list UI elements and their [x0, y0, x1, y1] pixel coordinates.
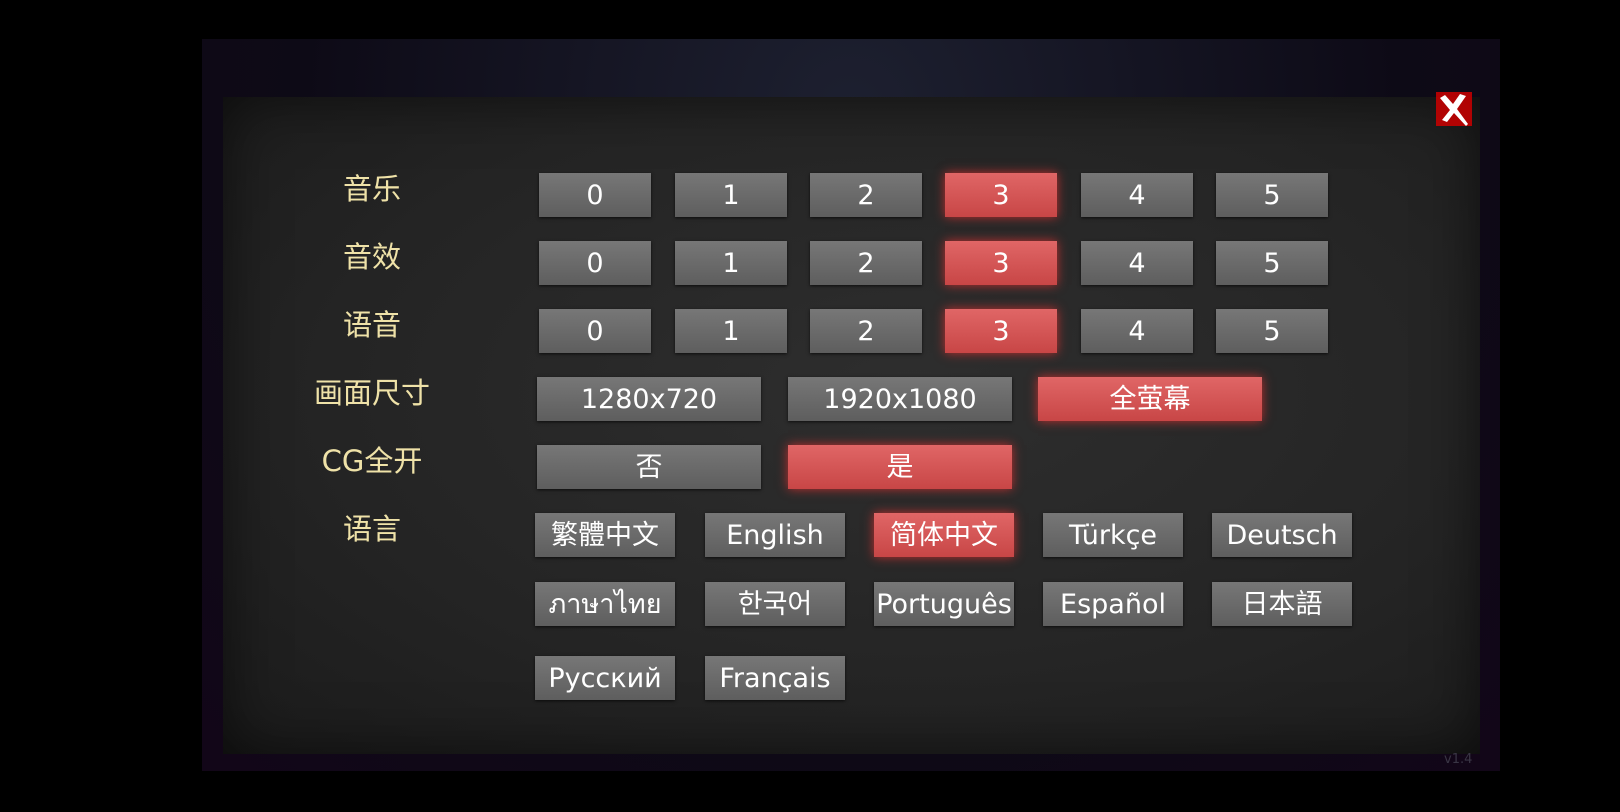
- music-level-5-button[interactable]: 5: [1216, 173, 1328, 217]
- language-option-button[interactable]: Français: [705, 656, 845, 700]
- cg-label: CG全开: [321, 444, 423, 478]
- sfx-level-1-button[interactable]: 1: [675, 241, 787, 285]
- language-option-button[interactable]: Русский: [535, 656, 675, 700]
- sfx-level-4-button[interactable]: 4: [1081, 241, 1193, 285]
- sfx-level-3-button[interactable]: 3: [945, 241, 1057, 285]
- music-level-3-button[interactable]: 3: [945, 173, 1057, 217]
- resolution-option-button[interactable]: 1280x720: [537, 377, 761, 421]
- language-option-button[interactable]: 한국어: [705, 582, 845, 626]
- resolution-label: 画面尺寸: [313, 376, 430, 410]
- music-level-0-button[interactable]: 0: [539, 173, 651, 217]
- resolution-option-button[interactable]: 全萤幕: [1038, 377, 1262, 421]
- language-option-button[interactable]: Türkçe: [1043, 513, 1183, 557]
- version-text: v1.4: [1444, 752, 1473, 767]
- music-label: 音乐: [342, 172, 401, 206]
- language-option-button[interactable]: Português: [874, 582, 1014, 626]
- music-level-4-button[interactable]: 4: [1081, 173, 1193, 217]
- close-button[interactable]: [1432, 88, 1476, 130]
- language-option-button[interactable]: 简体中文: [874, 513, 1014, 557]
- resolution-option-button[interactable]: 1920x1080: [788, 377, 1012, 421]
- voice-level-4-button[interactable]: 4: [1081, 309, 1193, 353]
- language-option-button[interactable]: ภาษาไทย: [535, 582, 675, 626]
- language-option-button[interactable]: Español: [1043, 582, 1183, 626]
- language-option-button[interactable]: 繁體中文: [535, 513, 675, 557]
- sfx-label: 音效: [342, 240, 401, 274]
- cg-option-button[interactable]: 否: [537, 445, 761, 489]
- close-x-icon: [1436, 92, 1472, 126]
- voice-label: 语音: [342, 308, 401, 342]
- voice-level-0-button[interactable]: 0: [539, 309, 651, 353]
- language-option-button[interactable]: Deutsch: [1212, 513, 1352, 557]
- language-option-button[interactable]: English: [705, 513, 845, 557]
- sfx-level-5-button[interactable]: 5: [1216, 241, 1328, 285]
- language-label: 语言: [342, 512, 401, 546]
- sfx-level-0-button[interactable]: 0: [539, 241, 651, 285]
- language-option-button[interactable]: 日本語: [1212, 582, 1352, 626]
- music-level-2-button[interactable]: 2: [810, 173, 922, 217]
- cg-option-button[interactable]: 是: [788, 445, 1012, 489]
- voice-level-5-button[interactable]: 5: [1216, 309, 1328, 353]
- sfx-level-2-button[interactable]: 2: [810, 241, 922, 285]
- voice-level-1-button[interactable]: 1: [675, 309, 787, 353]
- voice-level-2-button[interactable]: 2: [810, 309, 922, 353]
- music-level-1-button[interactable]: 1: [675, 173, 787, 217]
- voice-level-3-button[interactable]: 3: [945, 309, 1057, 353]
